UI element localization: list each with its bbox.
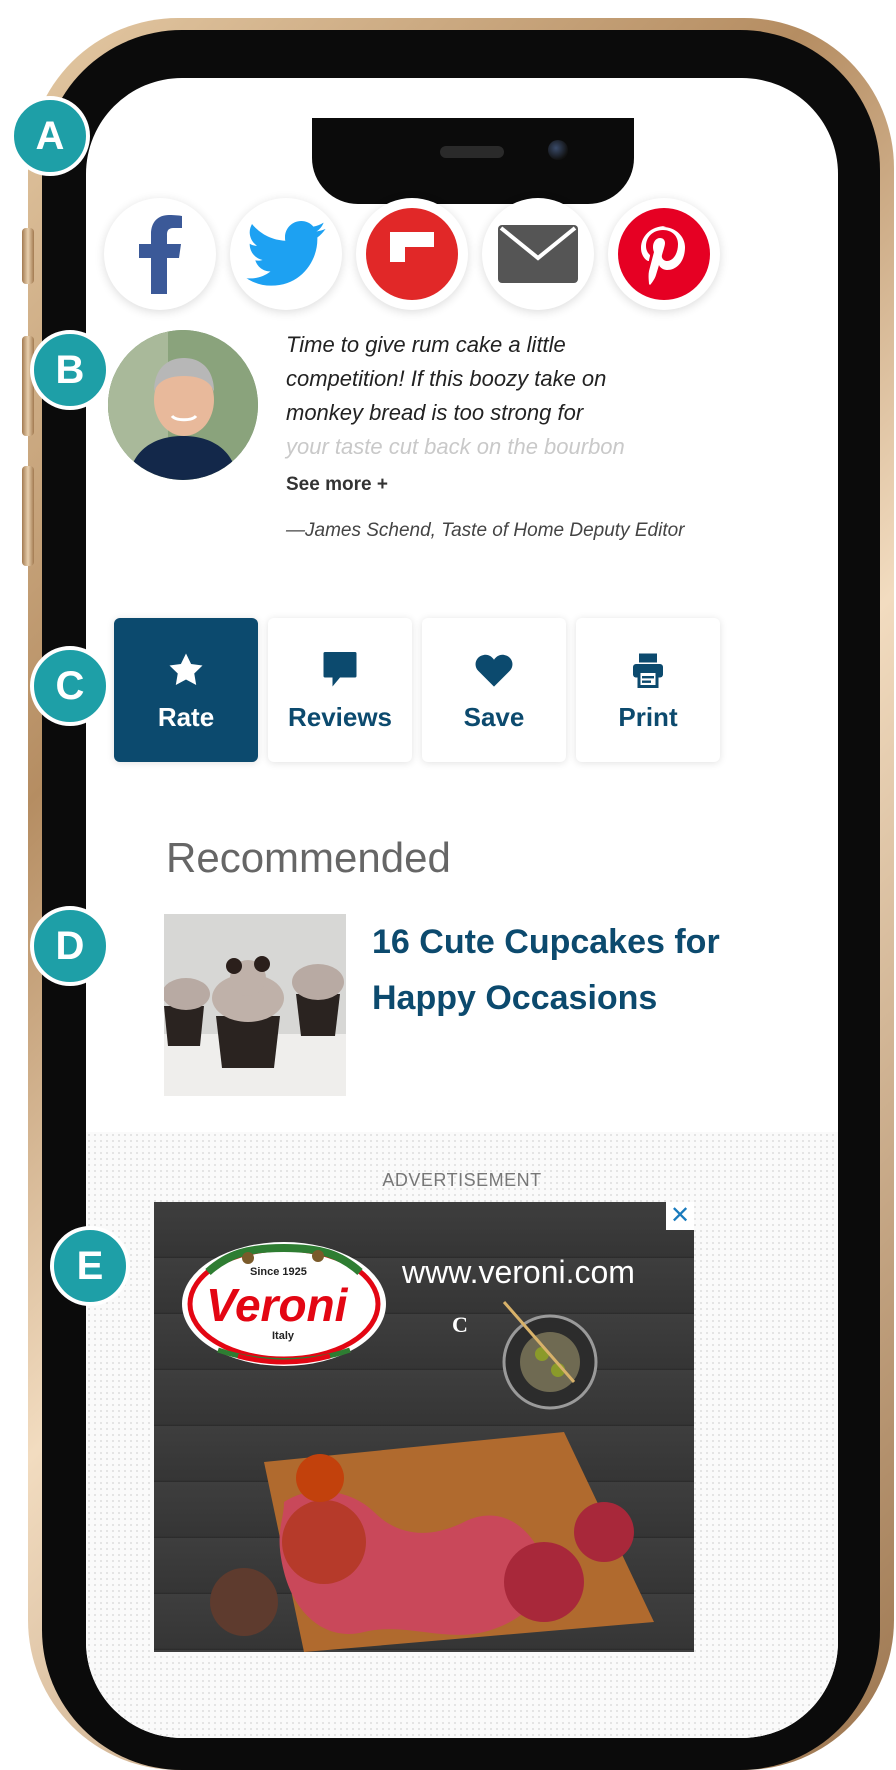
pinterest-share-button[interactable]	[608, 198, 720, 310]
volume-down-button	[22, 466, 34, 566]
quote-line-faded: your taste cut back on the bourbon	[286, 434, 625, 459]
logo-origin-text: Italy	[272, 1330, 295, 1342]
author-quote: Time to give rum cake a little competiti…	[286, 328, 756, 464]
see-more-link[interactable]: See more +	[286, 474, 388, 496]
quote-line: monkey bread is too strong for	[286, 400, 584, 425]
pinterest-icon	[618, 208, 710, 300]
logo-since-text: Since 1925	[250, 1266, 307, 1278]
twitter-icon	[246, 221, 326, 286]
phone-screen: Time to give rum cake a little competiti…	[86, 78, 838, 1738]
facebook-share-button[interactable]	[104, 198, 216, 310]
author-avatar	[108, 330, 258, 480]
notch	[312, 118, 634, 204]
ad-url: www.veroni.com	[402, 1254, 635, 1290]
callout-badge-d: D	[30, 906, 110, 986]
save-button[interactable]: Save	[422, 618, 566, 762]
flipboard-share-button[interactable]	[356, 198, 468, 310]
rate-label: Rate	[157, 701, 215, 732]
envelope-icon	[498, 225, 578, 283]
logo-brand-text: Veroni	[206, 1279, 348, 1331]
facebook-icon	[139, 215, 182, 294]
print-button[interactable]: Print	[576, 618, 720, 762]
flipboard-icon	[366, 208, 458, 300]
save-label: Save	[463, 701, 525, 732]
speaker-grille	[440, 146, 504, 158]
recommended-heading: Recommended	[166, 834, 451, 881]
callout-badge-e: E	[50, 1226, 130, 1306]
print-label: Print	[618, 701, 678, 732]
callout-badge-c: C	[30, 646, 110, 726]
star-icon	[169, 653, 203, 685]
recommended-article-link[interactable]: 16 Cute Cupcakes for Happy Occasions	[372, 914, 732, 1026]
quote-line: Time to give rum cake a little	[286, 332, 566, 357]
phone-frame: Time to give rum cake a little competiti…	[22, 18, 894, 1770]
printer-icon	[633, 653, 663, 688]
reviews-label: Reviews	[287, 701, 393, 732]
recommended-thumbnail[interactable]	[164, 914, 346, 1096]
heart-icon	[475, 654, 513, 687]
advertisement-label: ADVERTISEMENT	[382, 1170, 542, 1190]
callout-badge-b: B	[30, 330, 110, 410]
ad-close-button[interactable]: ✕	[666, 1202, 694, 1230]
comment-icon	[323, 651, 357, 686]
cupcakes-image	[164, 914, 346, 1096]
rate-button[interactable]: Rate	[114, 618, 258, 762]
callout-badge-a: A	[10, 96, 90, 176]
front-camera	[548, 140, 568, 160]
ad-c-mark: C	[452, 1312, 468, 1337]
twitter-share-button[interactable]	[230, 198, 342, 310]
reviews-button[interactable]: Reviews	[268, 618, 412, 762]
share-bar	[104, 198, 720, 310]
mute-switch	[22, 228, 34, 284]
veroni-ad-banner[interactable]: Since 1925 Veroni Italy www.veroni.com C…	[154, 1202, 694, 1652]
volume-up-button	[22, 336, 34, 436]
author-attribution: —James Schend, Taste of Home Deputy Edit…	[286, 520, 685, 541]
email-share-button[interactable]	[482, 198, 594, 310]
author-photo	[108, 330, 258, 480]
recipe-actions: Rate Reviews Save Print	[114, 618, 720, 762]
quote-line: competition! If this boozy take on	[286, 366, 607, 391]
